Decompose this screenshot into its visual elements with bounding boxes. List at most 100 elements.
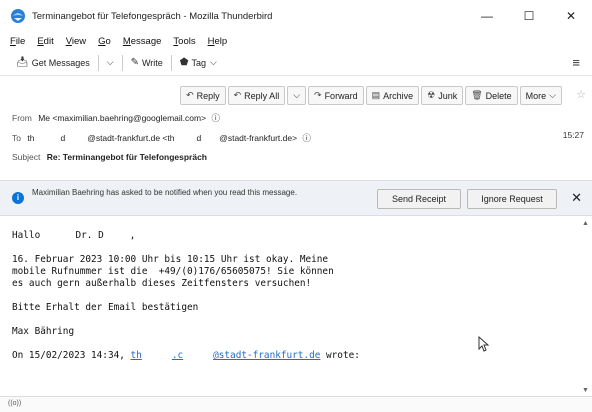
more-button[interactable]: More ⌵ [519,86,562,105]
forward-label: Forward [324,90,358,101]
get-messages-dropdown[interactable]: ⌵ [103,53,118,73]
pencil-icon: ✎ [130,57,139,68]
notification-text: Maximilian Baehring has asked to be noti… [32,188,298,197]
quote-header: On 15/02/2023 14:34, th .c @stadt-frankfur… [12,350,360,362]
close-notification-icon[interactable]: ✕ [571,190,582,206]
window-controls: — ☐ ✕ [466,0,592,32]
delete-button[interactable]: 🗑︎ Delete [465,86,518,105]
menu-view[interactable]: View [66,36,86,47]
greeting-line: Hallo Dr. D, [12,230,360,242]
forward-button[interactable]: ↷ Forward [308,86,364,105]
inbox-download-icon: 📥︎ [16,57,29,68]
get-messages-button[interactable]: 📥︎ Get Messages [12,53,94,73]
junk-label: Junk [438,90,458,101]
body-line: mobile Rufnummer ist die +49/(0)176/6560… [12,266,334,277]
menu-edit[interactable]: Edit [37,36,53,47]
delete-label: Delete [485,90,512,101]
main-toolbar: 📥︎ Get Messages ⌵ ✎ Write ⬟ Tag ⌵ ≡ [0,50,592,76]
more-label: More [525,90,547,101]
forward-icon: ↷ [314,90,322,100]
reply-dropdown[interactable]: ⌵ [287,86,307,105]
menu-help-label: elp [214,35,228,47]
menu-go-accel: G [98,35,106,47]
toolbar-divider [170,54,172,71]
write-button[interactable]: ✎ Write [127,53,167,73]
from-row: From Me <maximilian.baehring@googlemail.… [12,112,220,124]
reply-all-button[interactable]: ↶ Reply All [227,86,286,105]
message-actions: ↶ Reply ↶ Reply All ⌵ ↷ Forward ▤ Archive ☢ J… [178,86,580,105]
body-line: Bitte Erhalt der Email bestätigen [12,302,199,313]
window-title: Terminangebot für Telefongespräch - Mozi… [32,10,273,22]
tag-button[interactable]: ⬟ Tag ⌵ [176,53,221,73]
menu-message-accel: M [122,35,131,47]
subject-label: Subject [12,152,41,162]
menu-tools-label: ools [178,35,196,47]
reply-all-label: Reply All [244,90,280,101]
to-part-3[interactable]: @stadt-frankfurt.de <th [87,133,174,143]
scroll-up-icon[interactable]: ▲ [582,220,589,227]
contact-icon[interactable]: ⓘ [211,113,220,123]
vertical-scrollbar[interactable]: ▲ ▼ [580,218,592,396]
subject-value: Re: Terminangebot für Telefongespräch [46,152,207,162]
status-bar: ((o)) [0,396,592,412]
star-icon[interactable]: ☆ [576,88,586,101]
sender-email-link[interactable]: th .c @stadt-frankfurt.de [131,350,321,361]
menu-bar: File Edit View Go Message Tools Help [0,32,592,50]
app-menu-icon[interactable]: ≡ [572,55,580,70]
write-label: Write [141,57,163,68]
trash-icon: 🗑︎ [471,90,483,100]
menu-edit-label: dit [43,35,54,47]
title-bar: Terminangebot für Telefongespräch - Mozi… [0,0,592,32]
mouse-cursor-icon [478,336,490,352]
read-receipt-notification: i Maximilian Baehring has asked to be no… [0,180,592,216]
menu-go-label: o [105,35,111,47]
reply-icon: ↶ [186,90,194,100]
message-text: Hallo Dr. D, 16. Februar 2023 10:00 Uhr … [12,230,360,362]
body-line: 16. Februar 2023 10:00 Uhr bis 10:15 Uhr… [12,254,329,265]
archive-label: Archive [383,90,414,101]
chevron-down-icon: ⌵ [210,57,217,67]
menu-file[interactable]: File [10,36,25,47]
maximize-button[interactable]: ☐ [508,0,550,32]
tag-icon: ⬟ [179,57,189,68]
ignore-request-button[interactable]: Ignore Request [467,189,557,209]
tag-label: Tag [191,57,207,68]
menu-view-label: iew [71,35,87,47]
message-header: ↶ Reply ↶ Reply All ⌵ ↷ Forward ▤ Archive ☢ J… [0,77,592,169]
scroll-down-icon[interactable]: ▼ [582,387,589,394]
chevron-down-icon: ⌵ [106,57,114,67]
reply-button[interactable]: ↶ Reply [180,86,226,105]
ignore-request-label: Ignore Request [481,194,543,204]
greeting-b: Dr. D [69,230,104,241]
send-receipt-button[interactable]: Send Receipt [377,189,461,209]
menu-file-label: ile [15,35,26,47]
archive-icon: ▤ [371,90,381,100]
contact-icon[interactable]: ⓘ [302,133,311,143]
junk-button[interactable]: ☢ Junk [421,86,464,105]
junk-icon: ☢ [427,90,436,100]
message-time: 15:27 [562,130,584,140]
minimize-button[interactable]: — [466,0,508,32]
menu-message[interactable]: Message [123,36,162,47]
to-part-4[interactable]: d [196,133,201,143]
to-part-1[interactable]: th [27,133,34,143]
subject-row: Subject Re: Terminangebot für Telefonges… [12,152,207,162]
message-body[interactable]: Hallo Dr. D, 16. Februar 2023 10:00 Uhr … [0,218,592,396]
signature-line: Max Bähring [12,326,75,337]
to-row: To th d @stadt-frankfurt.de <th d @stadt-fra… [12,132,311,144]
menu-go[interactable]: Go [98,36,111,47]
close-window-button[interactable]: ✕ [550,0,592,32]
archive-button[interactable]: ▤ Archive [365,86,420,105]
menu-help[interactable]: Help [208,36,228,47]
menu-tools[interactable]: Tools [173,36,195,47]
quote-link-b: .c [171,350,184,361]
to-part-5[interactable]: @stadt-frankfurt.de> [219,133,297,143]
to-part-2[interactable]: d [60,133,65,143]
thunderbird-icon [11,9,25,23]
body-line: es auch gern außerhalb dieses Zeitfenste… [12,278,312,289]
quote-suffix: wrote: [320,350,360,361]
from-value[interactable]: Me <maximilian.baehring@googlemail.com> [38,113,206,123]
menu-message-label: essage [130,35,162,47]
